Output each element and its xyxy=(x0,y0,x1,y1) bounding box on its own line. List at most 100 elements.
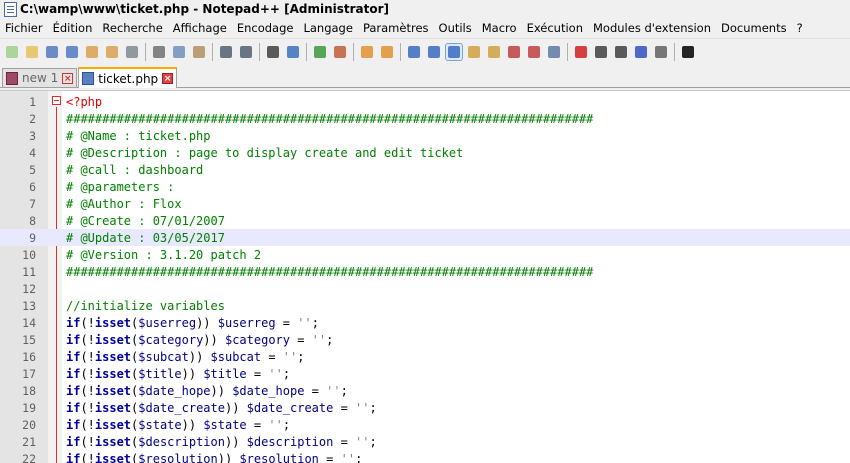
run-macro-multiple-icon[interactable] xyxy=(633,44,649,60)
line-number: 2 xyxy=(0,112,36,126)
code-line[interactable]: 7# @Author : Flox xyxy=(0,195,850,212)
code-line[interactable]: 17if(!isset($title)) $title = ''; xyxy=(0,365,850,382)
undo-icon[interactable] xyxy=(218,44,234,60)
code-token: isset xyxy=(95,316,131,330)
print-icon[interactable] xyxy=(124,44,140,60)
menu-item-11[interactable]: Documents xyxy=(716,21,792,35)
code-line[interactable]: 15if(!isset($category)) $category = ''; xyxy=(0,331,850,348)
monitoring-eye-icon[interactable] xyxy=(546,44,562,60)
close-icon[interactable] xyxy=(84,44,100,60)
code-text: # @Name : ticket.php xyxy=(66,129,211,143)
code-line[interactable]: 4# @Description : page to display create… xyxy=(0,144,850,161)
menu-item-1[interactable]: Édition xyxy=(48,21,98,35)
stop-macro-icon[interactable] xyxy=(593,44,609,60)
folder-workspace-icon[interactable] xyxy=(526,44,542,60)
menu-item-2[interactable]: Recherche xyxy=(97,21,167,35)
code-line[interactable]: 5# @call : dashboard xyxy=(0,161,850,178)
zoom-out-icon[interactable] xyxy=(332,44,348,60)
menu-item-4[interactable]: Encodage xyxy=(232,21,299,35)
code-text: ########################################… xyxy=(66,112,593,126)
line-number: 10 xyxy=(0,248,36,262)
code-line[interactable]: 8# @Create : 07/01/2007 xyxy=(0,212,850,229)
tab-label: ticket.php xyxy=(98,72,158,86)
menu-item-6[interactable]: Paramètres xyxy=(358,21,434,35)
menu-item-0[interactable]: Fichier xyxy=(0,21,48,35)
code-token: if xyxy=(66,367,80,381)
menu-item-9[interactable]: Exécution xyxy=(522,21,588,35)
code-line[interactable]: 1<?php xyxy=(0,93,850,110)
code-token: '' xyxy=(341,452,355,463)
code-line[interactable]: 16if(!isset($subcat)) $subcat = ''; xyxy=(0,348,850,365)
code-token: '' xyxy=(297,316,311,330)
code-token: isset xyxy=(95,384,131,398)
play-macro-icon[interactable] xyxy=(613,44,629,60)
indent-guide-icon[interactable] xyxy=(446,44,462,60)
paste-icon[interactable] xyxy=(191,44,207,60)
fold-toggle-icon[interactable] xyxy=(52,96,61,105)
code-line[interactable]: 11######################################… xyxy=(0,263,850,280)
line-number: 14 xyxy=(0,316,36,330)
replace-icon[interactable] xyxy=(285,44,301,60)
menu-item-7[interactable]: Outils xyxy=(434,21,477,35)
tab-0[interactable]: new 1× xyxy=(2,68,77,87)
save-macro-icon[interactable] xyxy=(653,44,669,60)
menu-item-12[interactable]: ? xyxy=(792,21,808,35)
code-line[interactable]: 14if(!isset($userreg)) $userreg = ''; xyxy=(0,314,850,331)
code-token: )) xyxy=(225,401,247,415)
menu-item-10[interactable]: Modules d'extension xyxy=(588,21,716,35)
code-line[interactable]: 22if(!isset($resolution)) $resolution = … xyxy=(0,450,850,463)
save-icon[interactable] xyxy=(44,44,60,60)
word-wrap-icon[interactable] xyxy=(406,44,422,60)
code-token: <?php xyxy=(66,95,102,109)
code-line[interactable]: 6# @parameters : xyxy=(0,178,850,195)
code-token: ; xyxy=(355,452,362,463)
tab-1[interactable]: ticket.php × xyxy=(78,67,177,88)
code-token: )) xyxy=(218,452,240,463)
menu-item-8[interactable]: Macro xyxy=(477,21,522,35)
code-editor[interactable]: 1<?php 2 #################################… xyxy=(0,90,850,463)
black-square-icon[interactable] xyxy=(680,44,696,60)
code-token: isset xyxy=(95,401,131,415)
close-tab-icon[interactable]: × xyxy=(162,73,173,84)
document-map-icon[interactable] xyxy=(486,44,502,60)
user-language-icon[interactable] xyxy=(466,44,482,60)
copy-icon[interactable] xyxy=(171,44,187,60)
menu-item-3[interactable]: Affichage xyxy=(168,21,232,35)
redo-icon[interactable] xyxy=(238,44,254,60)
code-line[interactable]: 21if(!isset($description)) $description … xyxy=(0,433,850,450)
record-macro-icon[interactable] xyxy=(573,44,589,60)
code-line[interactable]: 10# @Version : 3.1.20 patch 2 xyxy=(0,246,850,263)
code-line[interactable]: 20if(!isset($state)) $state = ''; xyxy=(0,416,850,433)
code-line[interactable]: 12 xyxy=(0,280,850,297)
code-line[interactable]: 13//initialize variables xyxy=(0,297,850,314)
save-all-icon[interactable] xyxy=(64,44,80,60)
line-number: 5 xyxy=(0,163,36,177)
code-text: if(!isset($category)) $category = ''; xyxy=(66,333,333,347)
code-line[interactable]: 3 # @Name : ticket.php xyxy=(0,127,850,144)
function-list-icon[interactable] xyxy=(506,44,522,60)
sync-vertical-icon[interactable] xyxy=(359,44,375,60)
code-token: isset xyxy=(95,435,131,449)
cut-icon[interactable] xyxy=(151,44,167,60)
code-token: if xyxy=(66,384,80,398)
code-token: $category xyxy=(225,333,290,347)
code-line[interactable]: 2 #######################################… xyxy=(0,110,850,127)
code-line[interactable]: 18if(!isset($date_hope)) $date_hope = ''… xyxy=(0,382,850,399)
code-text: if(!isset($subcat)) $subcat = ''; xyxy=(66,350,304,364)
close-tab-icon[interactable]: × xyxy=(62,73,73,84)
show-all-chars-icon[interactable] xyxy=(426,44,442,60)
open-file-icon[interactable] xyxy=(24,44,40,60)
code-token: ########################################… xyxy=(66,112,593,126)
new-file-icon[interactable] xyxy=(4,44,20,60)
code-token: ########################################… xyxy=(66,265,593,279)
zoom-in-icon[interactable] xyxy=(312,44,328,60)
menu-item-5[interactable]: Langage xyxy=(298,21,357,35)
sync-horizontal-icon[interactable] xyxy=(379,44,395,60)
close-all-icon[interactable] xyxy=(104,44,120,60)
find-icon[interactable] xyxy=(265,44,281,60)
code-line[interactable]: 19if(!isset($date_create)) $date_create … xyxy=(0,399,850,416)
code-token: = xyxy=(247,418,269,432)
code-line[interactable]: 9# @Update : 03/05/2017 xyxy=(0,229,850,246)
line-number: 3 xyxy=(0,129,36,143)
code-text: <?php xyxy=(66,95,102,109)
